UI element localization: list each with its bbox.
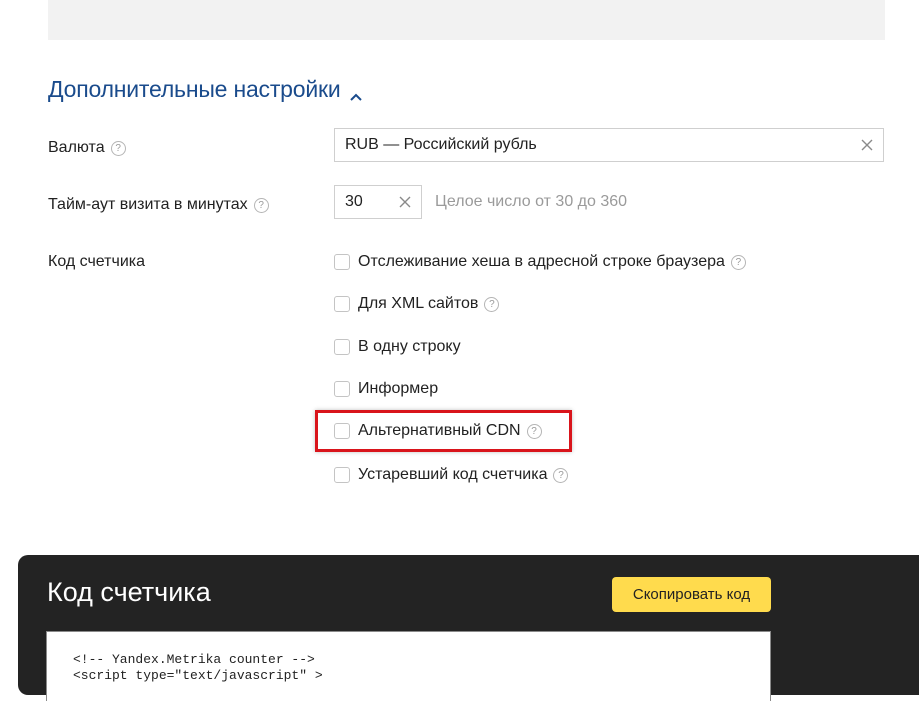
highlight-annotation bbox=[315, 410, 572, 452]
currency-row-label: Валюта ? bbox=[48, 139, 126, 157]
currency-value: RUB — Российский рубль bbox=[345, 136, 537, 153]
help-icon[interactable]: ? bbox=[484, 296, 500, 312]
timeout-value: 30 bbox=[345, 193, 363, 210]
option-label: Информер bbox=[358, 380, 439, 397]
timeout-input[interactable]: 30 bbox=[334, 185, 422, 219]
option-label: Устаревший код счетчика bbox=[358, 466, 548, 483]
option-label: Для XML сайтов bbox=[358, 295, 479, 312]
clear-icon[interactable] bbox=[861, 139, 873, 151]
help-icon[interactable]: ? bbox=[553, 467, 569, 483]
code-panel-title: Код счетчика bbox=[47, 577, 211, 607]
code-snippet[interactable]: <!-- Yandex.Metrika counter --> <script … bbox=[46, 631, 771, 701]
checkbox[interactable] bbox=[334, 339, 350, 355]
section-title: Дополнительные настройки bbox=[48, 76, 341, 102]
help-icon[interactable]: ? bbox=[110, 140, 126, 156]
currency-label: Валюта bbox=[48, 139, 105, 156]
checkbox[interactable] bbox=[334, 381, 350, 397]
option-label: В одну строку bbox=[358, 338, 461, 355]
option-xml-sites[interactable]: Для XML сайтов ? bbox=[334, 295, 500, 313]
timeout-row-label: Тайм-аут визита в минутах ? bbox=[48, 196, 269, 214]
currency-select[interactable]: RUB — Российский рубль bbox=[334, 128, 884, 162]
checkbox[interactable] bbox=[334, 296, 350, 312]
help-icon[interactable]: ? bbox=[730, 254, 746, 270]
clear-icon[interactable] bbox=[399, 196, 411, 208]
chevron-up-icon bbox=[349, 83, 363, 101]
option-label: Отслеживание хеша в адресной строке брау… bbox=[358, 253, 725, 270]
timeout-label: Тайм-аут визита в минутах bbox=[48, 196, 248, 213]
timeout-hint: Целое число от 30 до 360 bbox=[435, 193, 628, 210]
checkbox[interactable] bbox=[334, 254, 350, 270]
option-single-line[interactable]: В одну строку bbox=[334, 338, 461, 356]
option-hash-tracking[interactable]: Отслеживание хеша в адресной строке брау… bbox=[334, 253, 746, 271]
checkbox[interactable] bbox=[334, 467, 350, 483]
copy-code-button[interactable]: Скопировать код bbox=[612, 577, 771, 612]
counter-code-label: Код счетчика bbox=[48, 253, 146, 270]
top-panel bbox=[48, 0, 885, 40]
option-informer[interactable]: Информер bbox=[334, 380, 438, 398]
help-icon[interactable]: ? bbox=[253, 197, 269, 213]
option-legacy-code[interactable]: Устаревший код счетчика ? bbox=[334, 466, 569, 484]
additional-settings-toggle[interactable]: Дополнительные настройки bbox=[48, 76, 363, 103]
